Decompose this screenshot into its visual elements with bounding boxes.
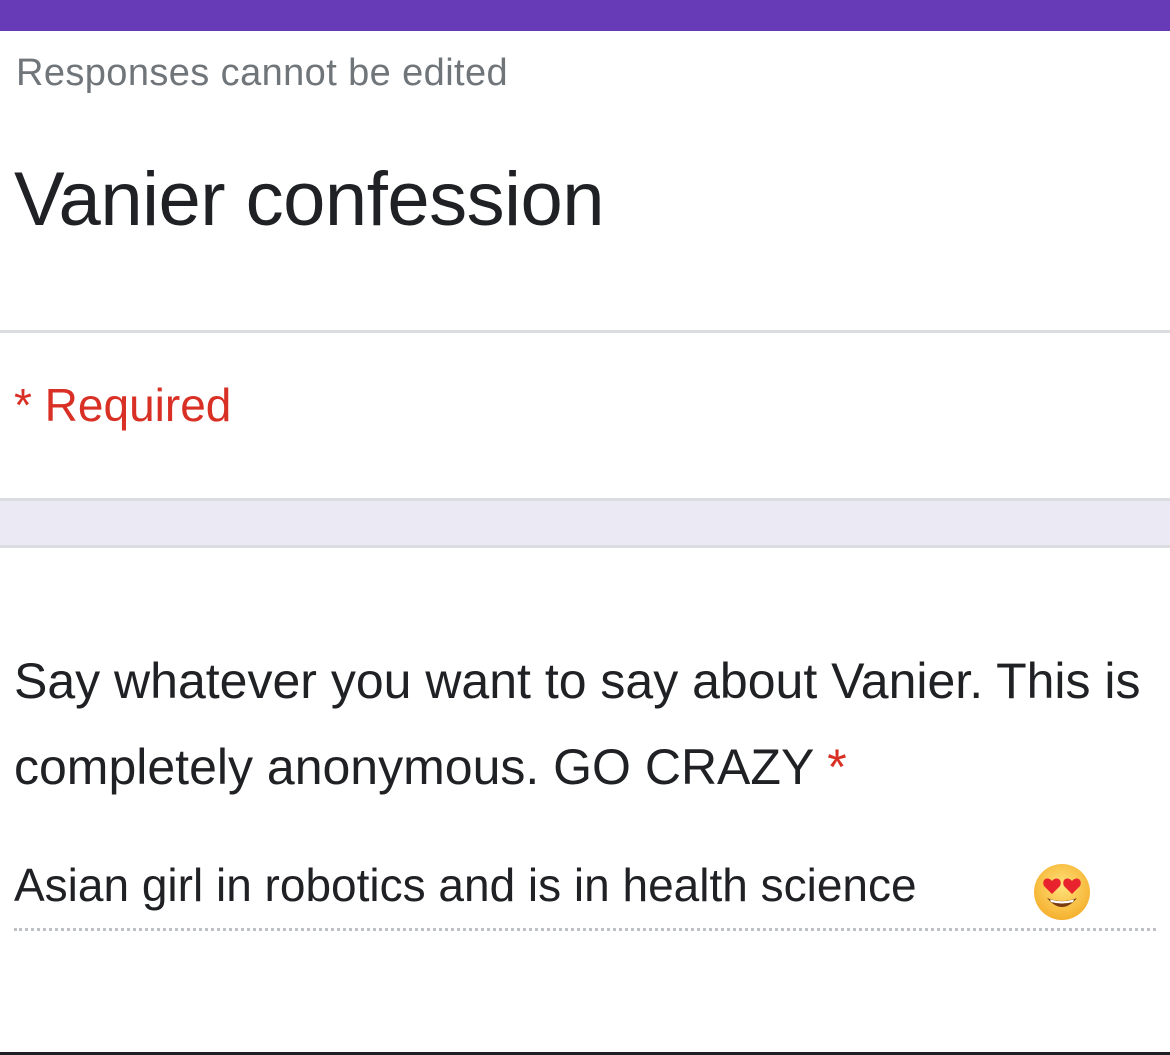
header-divider xyxy=(0,330,1170,333)
question-text: Say whatever you want to say about Vanie… xyxy=(14,653,1141,795)
form-title: Vanier confession xyxy=(14,157,605,242)
section-gap xyxy=(0,501,1170,545)
answer-field[interactable]: Asian girl in robotics and is in health … xyxy=(14,858,1156,931)
responses-notice: Responses cannot be edited xyxy=(16,52,509,94)
answer-underline xyxy=(14,928,1156,931)
section-divider-bottom xyxy=(0,545,1170,548)
smiling-face-with-heart-eyes-icon xyxy=(1032,862,1092,927)
required-legend: * Required xyxy=(14,379,232,431)
form-accent-bar xyxy=(0,0,1170,31)
required-asterisk: * xyxy=(827,739,847,795)
question-title: Say whatever you want to say about Vanie… xyxy=(14,638,1154,810)
answer-text: Asian girl in robotics and is in health … xyxy=(14,859,917,911)
